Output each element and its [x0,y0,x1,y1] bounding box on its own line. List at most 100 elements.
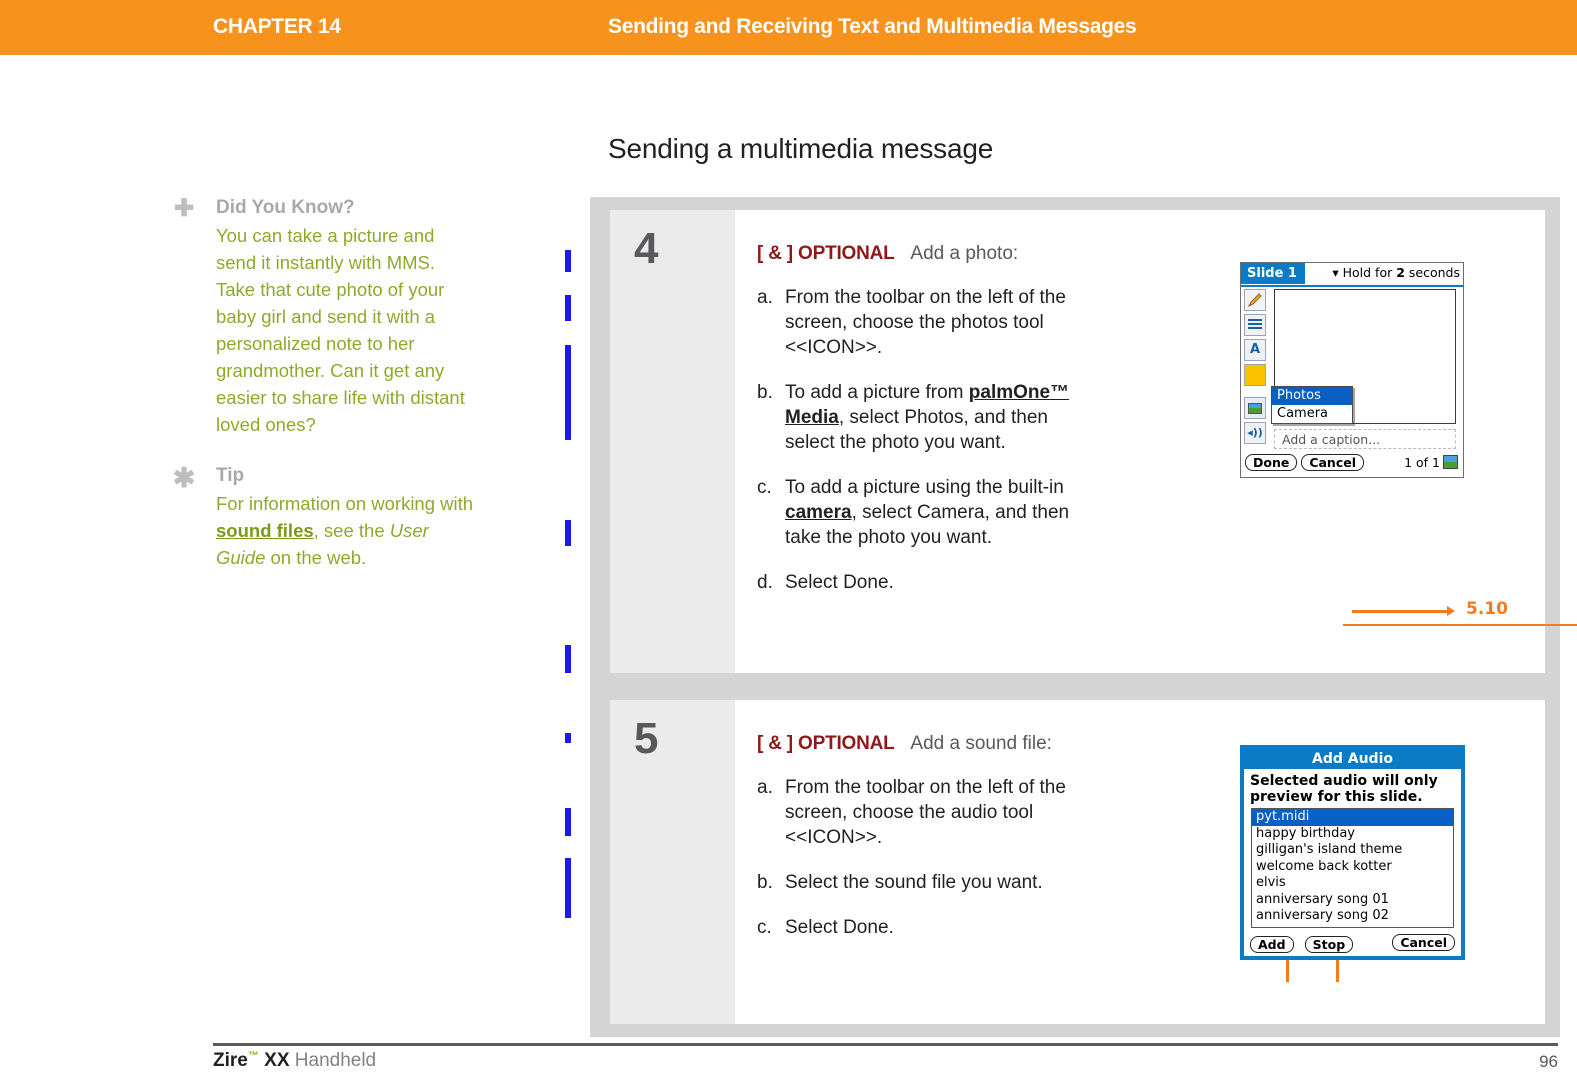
substep-letter: c. [757,917,772,938]
substep-text-part: From the toolbar on the left of the scre… [785,287,1066,358]
callout-line-camera [1343,624,1577,626]
substep-letter: c. [757,477,772,498]
list-item[interactable]: elvis [1252,875,1453,892]
list-item[interactable]: welcome back kotter [1252,859,1453,876]
chapter-label: CHAPTER 14 [213,15,341,38]
change-bar [565,250,571,272]
add-audio-footer: Add Stop Cancel [1250,934,1455,953]
page-number: 96 [1539,1052,1558,1071]
subtitle-line-2: preview for this slide. [1250,789,1423,805]
step-box-4: 4 [ & ] OPTIONAL Add a photo: a. From th… [610,210,1577,673]
slide-footer: Done Cancel 1 of 1 [1245,454,1460,471]
substep-item: a. From the toolbar on the left of the s… [757,775,1097,850]
step-number: 4 [634,224,659,273]
cancel-button[interactable]: Cancel [1392,934,1455,951]
slide-editor-screenshot: Slide 1 ▾ Hold for 2 seconds A ◂)) Photo… [1240,262,1464,478]
substep-item: b. Select the sound file you want. [757,870,1097,895]
media-source-menu[interactable]: Photos Camera [1271,386,1353,424]
substep-item: d. Select Done. [757,570,1097,595]
note-text-lead: For information on working with [216,493,474,514]
substep-text-part: Select Done. [785,917,894,938]
sound-files-link[interactable]: sound files [216,520,314,541]
hold-value: 2 [1396,265,1405,280]
photo-tool-icon[interactable] [1244,397,1266,419]
substep-item: c. To add a picture using the built-in c… [757,475,1097,550]
list-item[interactable]: pyt.midi [1252,809,1453,826]
step-optional-heading: [ & ] OPTIONAL Add a sound file: [757,730,1092,757]
lines-tool-icon[interactable] [1244,314,1266,336]
asterisk-icon: ✱ [172,463,196,493]
done-button[interactable]: Done [1245,454,1298,471]
callout-tick-add [1286,960,1289,982]
substep-letter: a. [757,777,773,798]
change-bar [565,295,571,321]
note-did-you-know: ✚ Did You Know? You can take a picture a… [172,196,492,438]
substep-item: b. To add a picture from palmOne™ Media,… [757,380,1097,455]
note-title: Tip [216,465,245,486]
list-item[interactable]: anniversary song 02 [1252,908,1453,925]
color-swatch-tool-icon[interactable] [1244,364,1266,386]
add-slide-icon[interactable] [1443,455,1458,469]
subtitle-line-1: Selected audio will only [1250,773,1438,789]
product-name: Handheld [289,1050,377,1071]
page-title: Sending a multimedia message [608,133,994,164]
substep-text-part: Select the sound file you want. [785,872,1043,893]
slide-tab-label[interactable]: Slide 1 [1241,263,1305,284]
camera-link[interactable]: camera [785,502,852,523]
menu-item-camera[interactable]: Camera [1272,405,1352,423]
add-audio-subtitle: Selected audio will only preview for thi… [1244,769,1461,808]
substep-letter: a. [757,287,773,308]
note-title: Did You Know? [216,197,355,218]
pencil-tool-icon[interactable] [1244,289,1266,311]
substep-item: c. Select Done. [757,915,1097,940]
substep-text: From the toolbar on the left of the scre… [785,285,1097,360]
substep-letter: b. [757,382,773,403]
change-bar [565,858,571,918]
menu-item-photos[interactable]: Photos [1272,387,1352,405]
substep-text-part: Select Done. [785,572,894,593]
substep-text: Select Done. [785,915,1097,940]
audio-file-list[interactable]: pyt.midi happy birthday gilligan's islan… [1251,808,1454,928]
optional-badge: [ & ] OPTIONAL [757,733,895,754]
substep-text-part: To add a picture from [785,382,969,403]
caption-field[interactable]: Add a caption... [1274,429,1456,449]
step-content: [ & ] OPTIONAL Add a photo: a. From the … [735,210,1577,673]
step-number-column: 5 [610,700,735,1024]
substep-text: From the toolbar on the left of the scre… [785,775,1097,850]
add-audio-title: Add Audio [1244,749,1461,769]
chevron-down-icon: ▾ [1332,265,1339,280]
hold-prefix: Hold for [1342,265,1397,280]
stop-button[interactable]: Stop [1304,936,1354,953]
list-item[interactable]: happy birthday [1252,826,1453,843]
list-item[interactable]: gilligan's island theme [1252,842,1453,859]
change-bar [565,645,571,673]
callout-tick-stop [1336,960,1339,982]
substep-text: Select the sound file you want. [785,870,1097,895]
note-tip: ✱ Tip For information on working with so… [172,464,492,571]
substep-text: To add a picture using the built-in came… [785,475,1097,550]
step-content: [ & ] OPTIONAL Add a sound file: a. From… [735,700,1545,1024]
list-item[interactable]: anniversary song 01 [1252,892,1453,909]
add-button[interactable]: Add [1250,936,1294,953]
substep-letter: b. [757,872,773,893]
optional-badge: [ & ] OPTIONAL [757,243,895,264]
substep-text: Select Done. [785,570,1097,595]
model-name: XX [264,1050,290,1071]
note-body-text: You can take a picture and send it insta… [216,225,465,435]
text-tool-icon[interactable]: A [1244,339,1266,361]
audio-tool-icon[interactable]: ◂)) [1244,422,1266,444]
slide-titlebar: Slide 1 ▾ Hold for 2 seconds [1241,263,1463,287]
change-bar [565,520,571,546]
footer-divider [213,1043,1558,1046]
optional-description: Add a sound file: [899,733,1052,754]
callout-label-5-10: 5.10 [1466,599,1508,619]
slide-duration-selector[interactable]: ▾ Hold for 2 seconds [1332,265,1460,280]
procedure-panel: 4 [ & ] OPTIONAL Add a photo: a. From th… [590,197,1577,1037]
slide-toolbar: A ◂)) [1244,289,1270,447]
note-text-mid: , see the [313,520,390,541]
cancel-button[interactable]: Cancel [1301,454,1365,471]
change-bar [565,345,571,440]
product-footer: Zire™ XX Handheld [213,1050,376,1072]
sidebar-notes: ✚ Did You Know? You can take a picture a… [172,196,492,597]
